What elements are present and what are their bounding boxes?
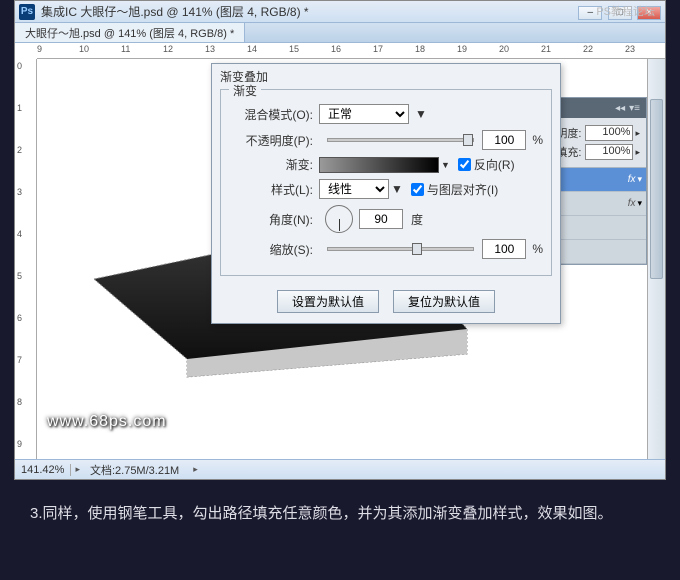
reverse-label: 反向(R) [474, 156, 515, 173]
scrollbar-vertical[interactable] [647, 59, 665, 459]
doc-info: 文档:2.75M/3.21M [80, 462, 189, 478]
watermark-bottom-left: www.68ps.com [47, 413, 167, 431]
photoshop-window: PS教程论坛 Ps 集成IC 大眼仔～旭.psd @ 141% (图层 4, R… [14, 0, 666, 480]
ruler-vertical: 0 1 2 3 4 5 6 7 8 9 [15, 59, 37, 459]
docinfo-dropdown-icon[interactable]: ▸ [193, 464, 198, 475]
chevron-down-icon[interactable]: ▸ [635, 147, 640, 158]
fill-field[interactable]: 100% [585, 144, 633, 160]
scale-input[interactable] [482, 239, 526, 259]
blend-mode-label: 混合模式(O): [229, 106, 319, 123]
panel-flyout-icon[interactable]: ◂◂ [615, 103, 625, 114]
style-select[interactable]: 线性 [319, 179, 389, 199]
statusbar: 141.42% ▸ 文档:2.75M/3.21M ▸ [15, 459, 665, 479]
reset-default-button[interactable]: 复位为默认值 [393, 290, 495, 313]
panel-menu-icon[interactable]: ▾≡ [629, 103, 640, 114]
tutorial-caption: 3.同样，使用钢笔工具，勾出路径填充任意颜色，并为其添加渐变叠加样式，效果如图。 [30, 500, 650, 529]
gradient-label: 渐变: [229, 156, 319, 173]
style-label: 样式(L): [229, 181, 319, 198]
set-default-button[interactable]: 设置为默认值 [277, 290, 379, 313]
chevron-down-icon[interactable]: ▸ [635, 128, 640, 139]
document-tabbar: 大眼仔～旭.psd @ 141% (图层 4, RGB/8) * [15, 23, 665, 43]
align-label: 与图层对齐(I) [427, 181, 498, 198]
opacity-label: 不透明度(P): [229, 132, 319, 149]
window-title: 集成IC 大眼仔～旭.psd @ 141% (图层 4, RGB/8) * [41, 3, 309, 20]
fx-badge[interactable]: fx [628, 198, 636, 209]
gradient-picker[interactable] [319, 157, 439, 173]
scale-label: 缩放(S): [229, 241, 319, 258]
app-icon: Ps [19, 4, 35, 20]
angle-dial[interactable] [325, 205, 353, 233]
zoom-level[interactable]: 141.42% [15, 464, 71, 476]
scrollbar-thumb[interactable] [650, 99, 663, 279]
reverse-checkbox[interactable] [458, 158, 471, 171]
opacity-slider[interactable] [327, 138, 474, 142]
gradient-dropdown-icon[interactable]: ▼ [441, 160, 450, 170]
titlebar: Ps 集成IC 大眼仔～旭.psd @ 141% (图层 4, RGB/8) *… [15, 1, 665, 23]
angle-label: 角度(N): [229, 211, 319, 228]
ruler-horizontal: 9 10 11 12 13 14 15 16 17 18 19 20 21 22… [37, 43, 665, 59]
scale-slider[interactable] [327, 247, 474, 251]
angle-unit: 度 [411, 211, 423, 228]
document-tab[interactable]: 大眼仔～旭.psd @ 141% (图层 4, RGB/8) * [15, 23, 245, 42]
opacity-input[interactable] [482, 130, 526, 150]
dialog-title: 渐变叠加 [212, 64, 560, 85]
group-title: 渐变 [229, 82, 261, 99]
scale-unit: % [532, 242, 543, 256]
gradient-overlay-dialog: 渐变叠加 渐变 混合模式(O): 正常 ▼ 不透明度(P): % 渐变: ▼ [211, 63, 561, 324]
angle-input[interactable] [359, 209, 403, 229]
opacity-field[interactable]: 100% [585, 125, 633, 141]
opacity-unit: % [532, 133, 543, 147]
blend-mode-select[interactable]: 正常 [319, 104, 409, 124]
watermark-top-right: PS教程论坛 [596, 3, 655, 19]
align-checkbox[interactable] [411, 183, 424, 196]
fx-badge[interactable]: fx [628, 174, 636, 185]
